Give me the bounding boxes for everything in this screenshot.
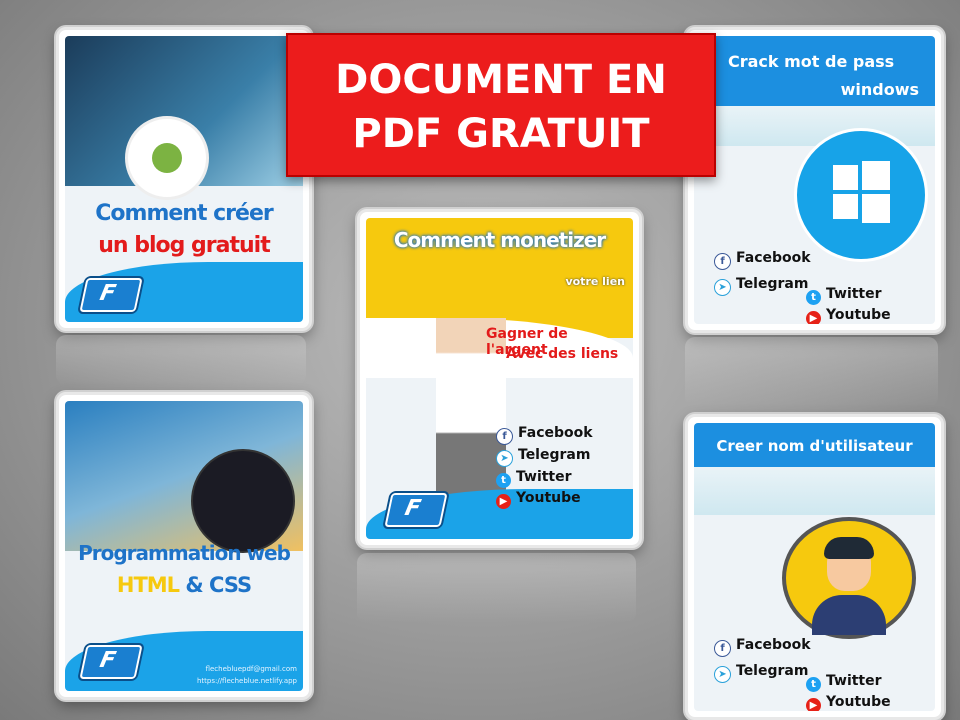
- url-text: https://flecheblue.netlify.app: [196, 677, 297, 685]
- telegram-icon: ➤: [714, 666, 731, 683]
- card-blog-reflection: [56, 335, 306, 385]
- telegram-icon: ➤: [496, 450, 513, 467]
- user-avatar-icon: [782, 517, 916, 639]
- card-blog-title-1: Comment créer: [95, 201, 273, 226]
- social-list-right: t Twitter ▶ Youtube: [806, 671, 891, 711]
- card-web-title-2: HTML & CSS: [65, 573, 303, 597]
- social-list-left: f Facebook ➤ Telegram: [714, 632, 811, 684]
- card-web-cover: Programmation web HTML & CSS flechebluep…: [65, 401, 303, 691]
- card-money[interactable]: Comment monetizer votre lien Gagner de l…: [357, 209, 642, 548]
- banner-line-1: DOCUMENT EN: [335, 57, 667, 103]
- telegram-item[interactable]: ➤ Telegram: [714, 271, 811, 297]
- twitter-item[interactable]: t Twitter: [496, 467, 593, 488]
- card-blog[interactable]: Comment créer un blog gratuit: [56, 27, 312, 331]
- fb-logo-icon: [79, 645, 143, 679]
- telegram-item[interactable]: ➤ Telegram: [496, 445, 593, 467]
- youtube-icon: ▶: [806, 698, 821, 711]
- youtube-item[interactable]: ▶ Youtube: [806, 305, 891, 324]
- facebook-label: Facebook: [518, 425, 593, 441]
- fb-logo-icon: [79, 278, 143, 312]
- social-list: f Facebook ➤ Telegram t Twitter ▶ Youtube: [496, 423, 593, 509]
- youtube-label: Youtube: [826, 694, 891, 710]
- card-money-cover: Comment monetizer votre lien Gagner de l…: [366, 218, 633, 539]
- facebook-item[interactable]: f Facebook: [714, 245, 811, 271]
- facebook-item[interactable]: f Facebook: [714, 632, 811, 658]
- card-crack-title-2: windows: [840, 80, 919, 99]
- twitter-label: Twitter: [826, 673, 882, 689]
- card-crack-title-1: Crack mot de pass: [728, 52, 895, 71]
- card-blog-title-2: un blog gratuit: [98, 233, 270, 258]
- code-screen-icon: [191, 449, 295, 553]
- facebook-icon: f: [714, 640, 731, 657]
- card-web-title-1: Programmation web: [78, 541, 291, 565]
- card-crack-cover: Crack mot de pass windows f Facebook ➤ Tel…: [694, 36, 935, 324]
- windows-logo-icon: [794, 128, 928, 262]
- pdf-banner[interactable]: DOCUMENT EN PDF GRATUIT: [286, 33, 716, 177]
- card-user[interactable]: Creer nom d'utilisateur f Facebook ➤ Teleg…: [685, 414, 944, 720]
- youtube-item[interactable]: ▶ Youtube: [496, 488, 593, 509]
- telegram-label: Telegram: [736, 276, 809, 292]
- social-list-left: f Facebook ➤ Telegram: [714, 245, 811, 297]
- css-label: CSS: [209, 573, 252, 597]
- banner-line-2: PDF GRATUIT: [352, 111, 650, 157]
- card-money-title: Comment monetizer: [393, 228, 606, 252]
- facebook-item[interactable]: f Facebook: [496, 423, 593, 445]
- youtube-icon: ▶: [496, 494, 511, 509]
- card-web[interactable]: Programmation web HTML & CSS flechebluep…: [56, 392, 312, 700]
- twitter-icon: t: [496, 473, 511, 488]
- money-illustration: [694, 467, 935, 515]
- android-gear-icon: [125, 116, 209, 200]
- youtube-label: Youtube: [516, 490, 581, 506]
- social-list-right: t Twitter ▶ Youtube: [806, 284, 891, 324]
- card-crack[interactable]: Crack mot de pass windows f Facebook ➤ Tel…: [685, 27, 944, 333]
- facebook-label: Facebook: [736, 637, 811, 653]
- facebook-label: Facebook: [736, 250, 811, 266]
- twitter-item[interactable]: t Twitter: [806, 284, 891, 305]
- telegram-label: Telegram: [736, 663, 809, 679]
- card-user-cover: Creer nom d'utilisateur f Facebook ➤ Teleg…: [694, 423, 935, 711]
- email-text: flechebluepdf@gmail.com: [205, 665, 297, 673]
- twitter-label: Twitter: [516, 469, 572, 485]
- twitter-item[interactable]: t Twitter: [806, 671, 891, 692]
- twitter-icon: t: [806, 677, 821, 692]
- twitter-label: Twitter: [826, 286, 882, 302]
- youtube-icon: ▶: [806, 311, 821, 324]
- twitter-icon: t: [806, 290, 821, 305]
- pitch-line-2: Avec des liens: [506, 346, 619, 362]
- youtube-item[interactable]: ▶ Youtube: [806, 692, 891, 711]
- card-blog-cover: Comment créer un blog gratuit: [65, 36, 303, 322]
- telegram-icon: ➤: [714, 279, 731, 296]
- and-label: &: [185, 573, 203, 597]
- card-money-subtitle: votre lien: [565, 275, 625, 288]
- card-money-reflection: [357, 553, 636, 623]
- fb-logo-icon: [384, 493, 448, 527]
- telegram-item[interactable]: ➤ Telegram: [714, 658, 811, 684]
- facebook-icon: f: [714, 253, 731, 270]
- facebook-icon: f: [496, 428, 513, 445]
- card-user-title: Creer nom d'utilisateur: [716, 437, 913, 455]
- card-crack-reflection: [685, 337, 938, 407]
- telegram-label: Telegram: [518, 447, 591, 463]
- youtube-label: Youtube: [826, 307, 891, 323]
- html-label: HTML: [116, 573, 180, 597]
